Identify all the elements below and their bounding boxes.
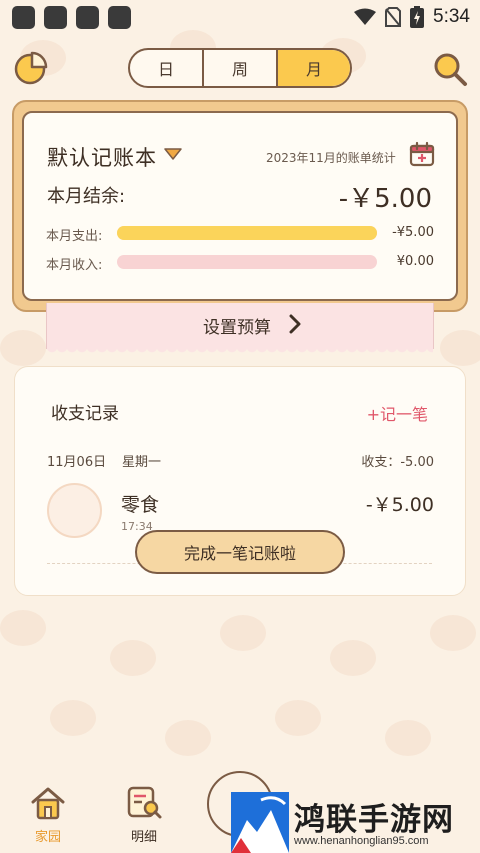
search-icon <box>434 53 467 86</box>
expense-label: 本月支出: <box>46 229 103 244</box>
dropdown-caret-icon[interactable] <box>164 148 182 160</box>
toast-message: 完成一笔记账啦 <box>135 530 345 574</box>
period-switcher: 日 周 月 <box>128 48 352 88</box>
pie-chart-icon <box>14 51 48 85</box>
balance-label: 本月结余: <box>47 186 126 207</box>
record-date: 11月06日 <box>47 455 107 470</box>
nav-details[interactable]: 明细 <box>120 786 168 845</box>
chevron-right-icon[interactable] <box>287 314 303 334</box>
record-day-total: 收支：-5.00 <box>361 455 434 470</box>
bill-statistics-label[interactable]: 2023年11月的账单统计 <box>266 149 396 166</box>
records-title: 收支记录 <box>51 404 119 424</box>
watermark-logo <box>231 792 289 853</box>
house-icon <box>31 787 65 820</box>
entry-amount[interactable]: -￥5.00 <box>366 490 434 517</box>
add-record-button[interactable]: +记一笔 <box>367 401 428 425</box>
calendar-icon[interactable] <box>409 141 435 167</box>
notification-icon <box>108 6 131 29</box>
nav-home[interactable]: 家园 <box>26 786 70 845</box>
notification-icon <box>76 6 99 29</box>
bill-search-icon <box>127 786 162 819</box>
notification-icon <box>12 6 35 29</box>
income-label: 本月收入: <box>46 258 103 273</box>
nav-details-label: 明细 <box>130 830 157 845</box>
search-button[interactable] <box>432 51 468 87</box>
toast-text: 完成一笔记账啦 <box>183 544 296 563</box>
tab-month[interactable]: 月 <box>278 50 350 86</box>
account-book-name[interactable]: 默认记账本 <box>47 142 157 172</box>
entry-category[interactable]: 零食 <box>121 490 159 517</box>
watermark-title: 鸿联手游网 <box>294 802 454 838</box>
battery-icon <box>410 6 425 28</box>
expense-bar <box>117 226 377 240</box>
nav-home-label: 家园 <box>34 830 61 845</box>
statistics-button[interactable] <box>14 51 48 85</box>
watermark-url: www.henanhonglian95.com <box>294 835 429 847</box>
wifi-icon <box>354 8 377 25</box>
no-sim-icon <box>385 7 402 27</box>
category-icon[interactable] <box>47 483 102 538</box>
expense-value: -¥5.00 <box>392 225 434 240</box>
status-bar: 5:34 <box>0 0 480 34</box>
expense-bar-fill <box>117 226 377 240</box>
tab-day[interactable]: 日 <box>130 50 204 86</box>
income-value: ¥0.00 <box>396 254 434 269</box>
record-weekday: 星期一 <box>122 455 162 470</box>
watermark: 鸿联手游网 www.henanhonglian95.com <box>231 792 475 853</box>
status-time: 5:34 <box>433 6 470 27</box>
income-bar <box>117 255 377 269</box>
set-budget-label[interactable]: 设置预算 <box>203 313 271 338</box>
balance-value: -￥5.00 <box>338 184 432 214</box>
tab-week[interactable]: 周 <box>204 50 278 86</box>
notification-icon <box>44 6 67 29</box>
